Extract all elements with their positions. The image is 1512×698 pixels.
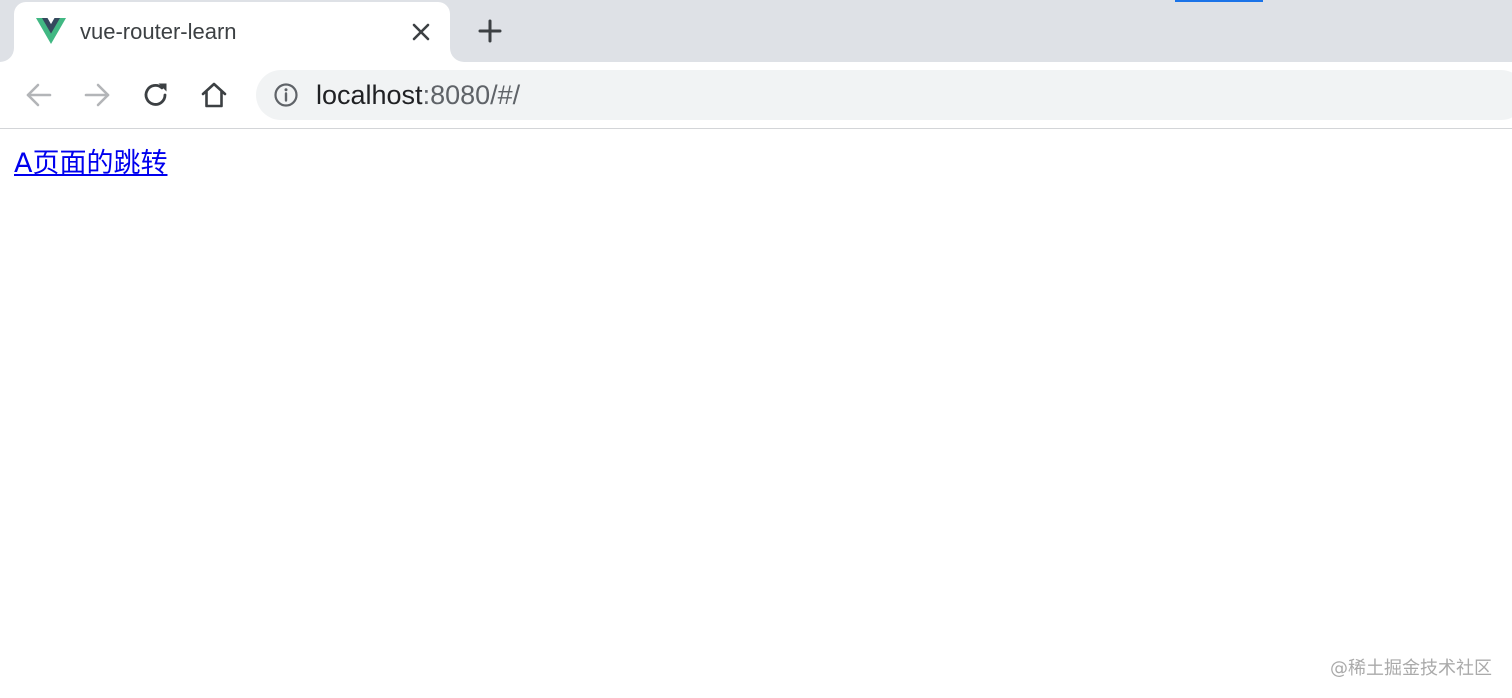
url-host: localhost [316,80,423,110]
page-content: A页面的跳转 @稀土掘金技术社区 [0,129,1512,698]
url-text: localhost:8080/#/ [316,79,520,111]
close-icon[interactable] [408,19,434,45]
browser-window: vue-router-learn localhost:8080/#/ A页面的跳… [0,0,1512,698]
active-tab[interactable]: vue-router-learn [14,2,450,62]
toolbar: localhost:8080/#/ [0,62,1512,129]
tab-strip: vue-router-learn [0,0,1512,62]
plus-icon[interactable] [476,17,504,45]
arrow-right-icon[interactable] [80,78,114,112]
address-bar[interactable]: localhost:8080/#/ [256,70,1512,120]
info-icon[interactable] [273,82,299,108]
tab-strip-accent [1175,0,1263,2]
url-path: :8080/#/ [422,80,521,110]
watermark: @稀土掘金技术社区 [1330,658,1492,679]
arrow-left-icon[interactable] [22,78,56,112]
reload-icon[interactable] [139,78,173,112]
home-icon[interactable] [197,78,231,112]
vue-logo-icon [36,18,66,44]
tab-title: vue-router-learn [80,19,237,44]
page-a-link[interactable]: A页面的跳转 [14,147,167,181]
